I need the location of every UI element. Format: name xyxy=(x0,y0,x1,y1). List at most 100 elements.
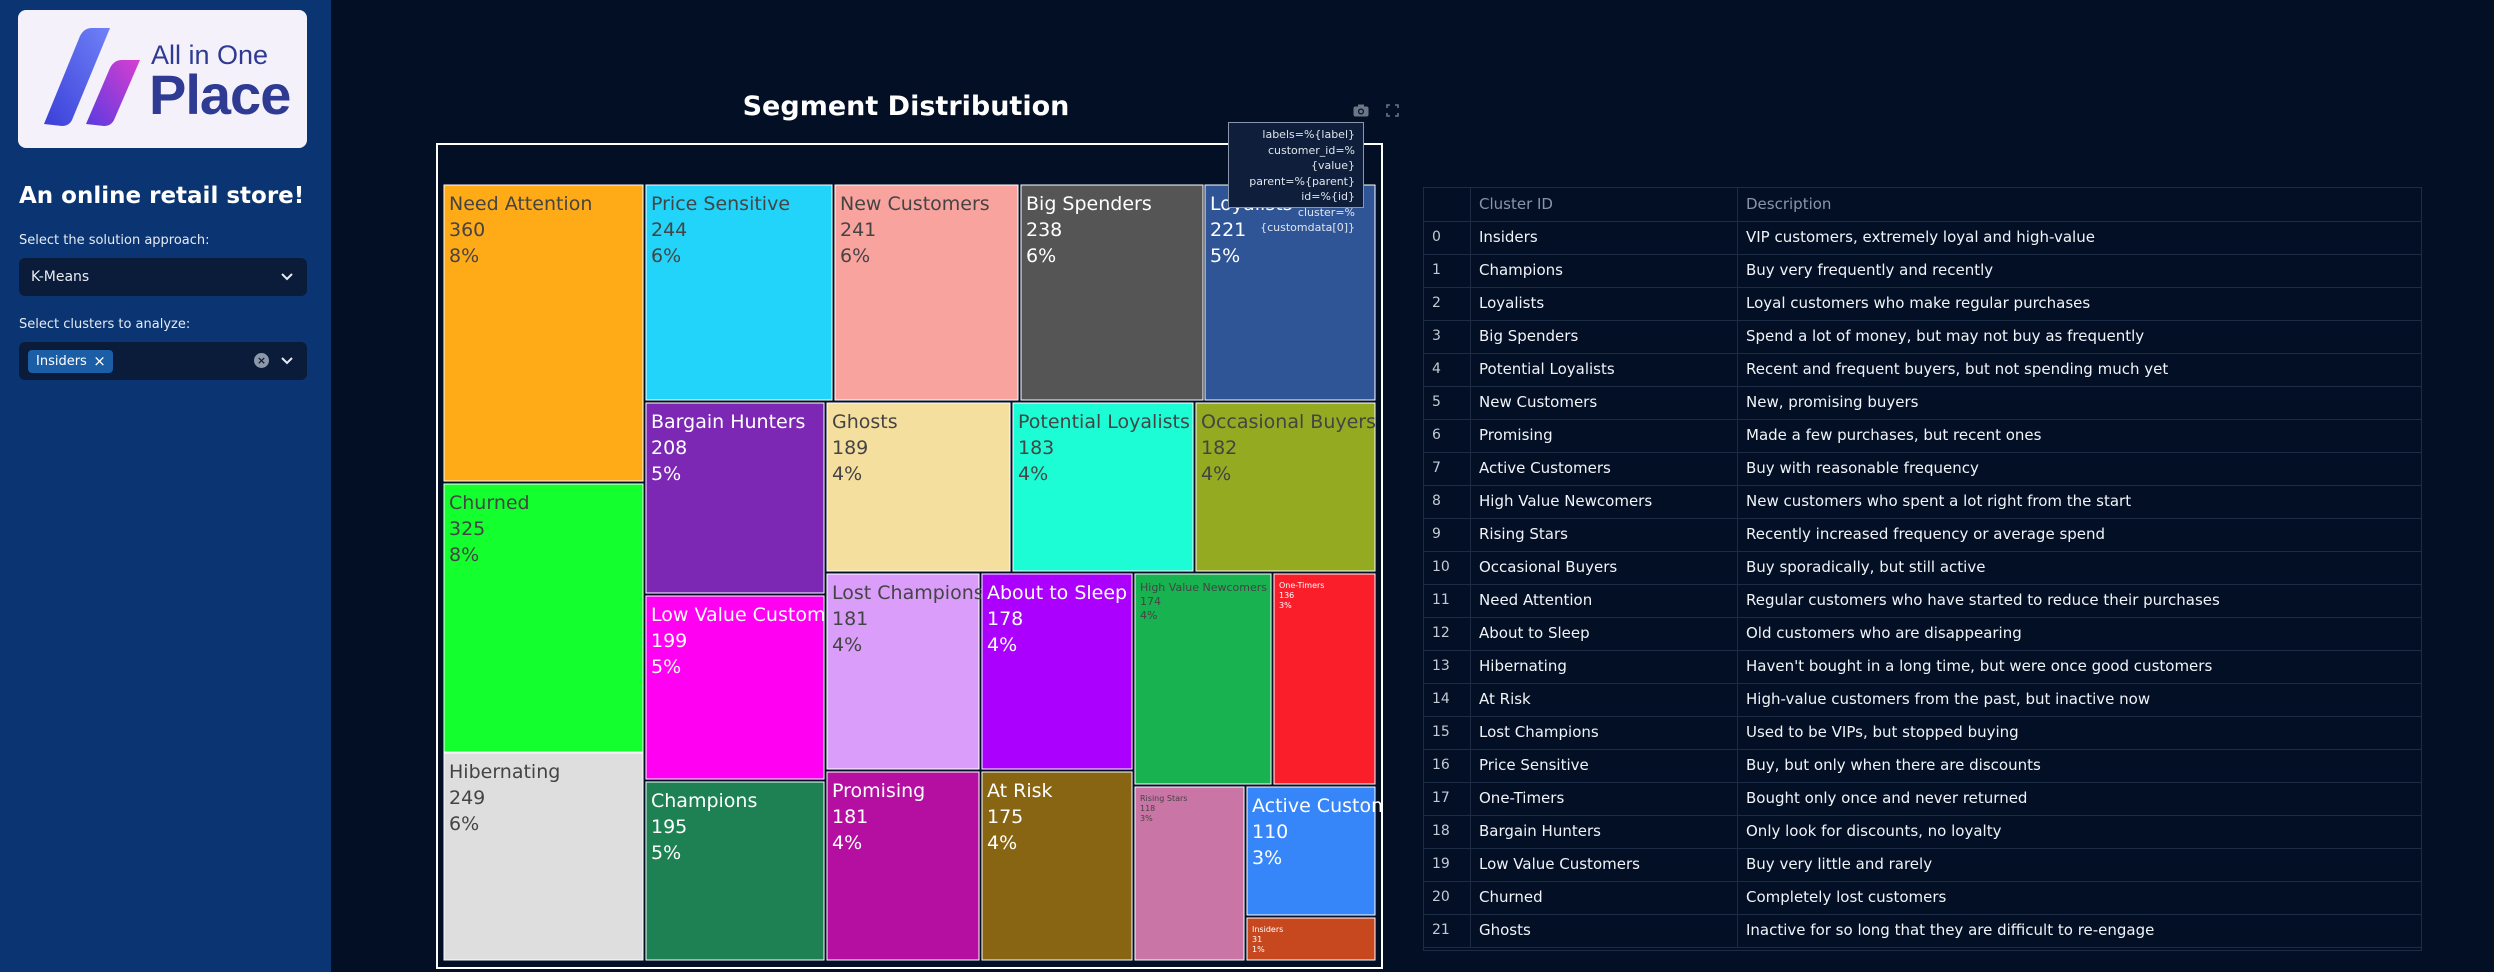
treemap-tile[interactable]: About to Sleep 178 4% xyxy=(981,573,1133,770)
treemap-tile[interactable]: Ghosts 189 4% xyxy=(826,402,1011,572)
tile-value: 178 xyxy=(987,608,1023,630)
cluster-id-cell: Insiders xyxy=(1471,221,1738,254)
treemap-tile[interactable]: Bargain Hunters 208 5% xyxy=(645,402,825,594)
table-row: 1 Champions Buy very frequently and recent… xyxy=(1424,254,2421,288)
chevron-down-icon xyxy=(281,357,293,365)
clusters-multiselect[interactable]: Insiders × × xyxy=(19,342,307,380)
tile-percent: 6% xyxy=(651,245,681,267)
treemap-tile[interactable]: One-Timers1363% xyxy=(1273,573,1376,785)
tile-percent: 6% xyxy=(449,813,479,835)
treemap-tile[interactable]: Rising Stars1183% xyxy=(1134,786,1245,961)
tile-value: 118 xyxy=(1140,804,1155,813)
treemap-tile[interactable]: New Customers 241 6% xyxy=(834,184,1019,401)
treemap-tile[interactable]: At Risk 175 4% xyxy=(981,771,1133,961)
row-index: 18 xyxy=(1424,815,1471,848)
table-row: 19 Low Value Customers Buy very little and… xyxy=(1424,848,2421,882)
tile-value: 195 xyxy=(651,816,687,838)
treemap-tile-rect[interactable] xyxy=(1020,184,1204,401)
row-index: 1 xyxy=(1424,254,1471,287)
tile-value: 238 xyxy=(1026,219,1062,241)
description-cell: Loyal customers who make regular purchas… xyxy=(1746,294,2091,312)
treemap-tile[interactable]: Active Customers 110 3% xyxy=(1246,786,1383,916)
treemap-tile-rect[interactable] xyxy=(834,184,1019,401)
treemap-tile[interactable]: Big Spenders 238 6% xyxy=(1020,184,1204,401)
treemap-tile[interactable]: Churned 325 8% xyxy=(443,483,644,753)
treemap-tile[interactable]: High Value Newcomers1744% xyxy=(1134,573,1272,785)
tooltip-line: customer_id=%{value} xyxy=(1267,143,1355,173)
tile-percent: 5% xyxy=(651,463,681,485)
cluster-id-cell: Big Spenders xyxy=(1471,320,1738,353)
row-index: 17 xyxy=(1424,782,1471,815)
tile-percent: 3% xyxy=(1252,847,1282,869)
table-row: 18 Bargain Hunters Only look for discounts… xyxy=(1424,815,2421,849)
cluster-id-cell: Bargain Hunters xyxy=(1471,815,1738,848)
tile-percent: 8% xyxy=(449,245,479,267)
row-index: 5 xyxy=(1424,386,1471,419)
tile-percent: 3% xyxy=(1140,814,1153,823)
description-cell: Inactive for so long that they are diffi… xyxy=(1746,921,2155,939)
tile-value: 175 xyxy=(987,806,1023,828)
tile-value: 199 xyxy=(651,630,687,652)
description-cell: Old customers who are disappearing xyxy=(1746,624,2022,642)
clear-all-icon[interactable]: × xyxy=(254,353,269,368)
tile-percent: 4% xyxy=(1140,609,1157,622)
column-header: Description xyxy=(1746,195,1832,213)
description-cell: Regular customers who have started to re… xyxy=(1746,591,2220,609)
column-header xyxy=(1424,188,1471,221)
cluster-id-cell: Need Attention xyxy=(1471,584,1738,617)
logo-mark-icon xyxy=(44,28,140,126)
row-index: 10 xyxy=(1424,551,1471,584)
treemap-tile[interactable]: Champions 195 5% xyxy=(645,781,825,961)
treemap-tile[interactable]: Lost Champions 181 4% xyxy=(826,573,984,770)
treemap-tile-rect[interactable] xyxy=(443,752,644,961)
treemap-tile[interactable]: Low Value Customers 199 5% xyxy=(645,595,855,780)
tile-percent: 6% xyxy=(840,245,870,267)
selected-cluster-tag: Insiders × xyxy=(28,350,113,373)
table-row: 21 Ghosts Inactive for so long that they a… xyxy=(1424,914,2421,948)
description-cell: Buy with reasonable frequency xyxy=(1746,459,1979,477)
cluster-id-cell: Potential Loyalists xyxy=(1471,353,1738,386)
tile-label: One-Timers xyxy=(1279,581,1324,590)
row-index: 12 xyxy=(1424,617,1471,650)
camera-icon[interactable] xyxy=(1353,104,1369,117)
tag-remove-icon[interactable]: × xyxy=(93,350,106,373)
description-cell: Made a few purchases, but recent ones xyxy=(1746,426,2042,444)
cluster-id-cell: Loyalists xyxy=(1471,287,1738,320)
segment-treemap[interactable]: Need Attention 360 8% Churned 325 8% Hibernati… xyxy=(436,143,1383,969)
description-cell: VIP customers, extremely loyal and high-… xyxy=(1746,228,2095,246)
table-row: 7 Active Customers Buy with reasonable fre… xyxy=(1424,452,2421,486)
row-index: 11 xyxy=(1424,584,1471,617)
tile-percent: 1% xyxy=(1252,945,1265,954)
treemap-tile[interactable]: Need Attention 360 8% xyxy=(443,184,644,482)
column-header: Cluster ID xyxy=(1471,188,1738,221)
cluster-id-cell: High Value Newcomers xyxy=(1471,485,1738,518)
treemap-tile[interactable]: Hibernating 249 6% xyxy=(443,752,644,961)
tile-label: New Customers xyxy=(840,193,990,215)
cluster-id-cell: Churned xyxy=(1471,881,1738,914)
tooltip-line: cluster=%{customdata[0]} xyxy=(1260,205,1355,235)
tile-percent: 4% xyxy=(832,634,862,656)
fullscreen-icon[interactable] xyxy=(1386,104,1399,117)
table-row: 5 New Customers New, promising buyers xyxy=(1424,386,2421,420)
treemap-tile[interactable]: Promising 181 4% xyxy=(826,771,980,961)
table-header: Cluster ID Description xyxy=(1424,188,2421,222)
tile-value: 181 xyxy=(832,806,868,828)
treemap-tile[interactable]: Occasional Buyers 182 4% xyxy=(1195,402,1376,572)
tooltip-line: labels=%{label} xyxy=(1262,128,1355,141)
row-index: 0 xyxy=(1424,221,1471,254)
table-row: 6 Promising Made a few purchases, but rece… xyxy=(1424,419,2421,453)
table-row: 15 Lost Champions Used to be VIPs, but sto… xyxy=(1424,716,2421,750)
tile-value: 183 xyxy=(1018,437,1054,459)
treemap-tile[interactable]: Insiders311% xyxy=(1246,917,1376,961)
treemap-tile-rect[interactable] xyxy=(645,184,833,401)
treemap-tile[interactable]: Price Sensitive 244 6% xyxy=(645,184,833,401)
cluster-id-cell: Active Customers xyxy=(1471,452,1738,485)
row-index: 20 xyxy=(1424,881,1471,914)
tile-value: 244 xyxy=(651,219,687,241)
treemap-tile[interactable]: Potential Loyalists 183 4% xyxy=(1012,402,1194,572)
tile-value: 360 xyxy=(449,219,485,241)
cluster-id-cell: Lost Champions xyxy=(1471,716,1738,749)
tile-label: Ghosts xyxy=(832,411,898,433)
approach-select[interactable]: K-Means xyxy=(19,258,307,296)
cluster-id-cell: New Customers xyxy=(1471,386,1738,419)
